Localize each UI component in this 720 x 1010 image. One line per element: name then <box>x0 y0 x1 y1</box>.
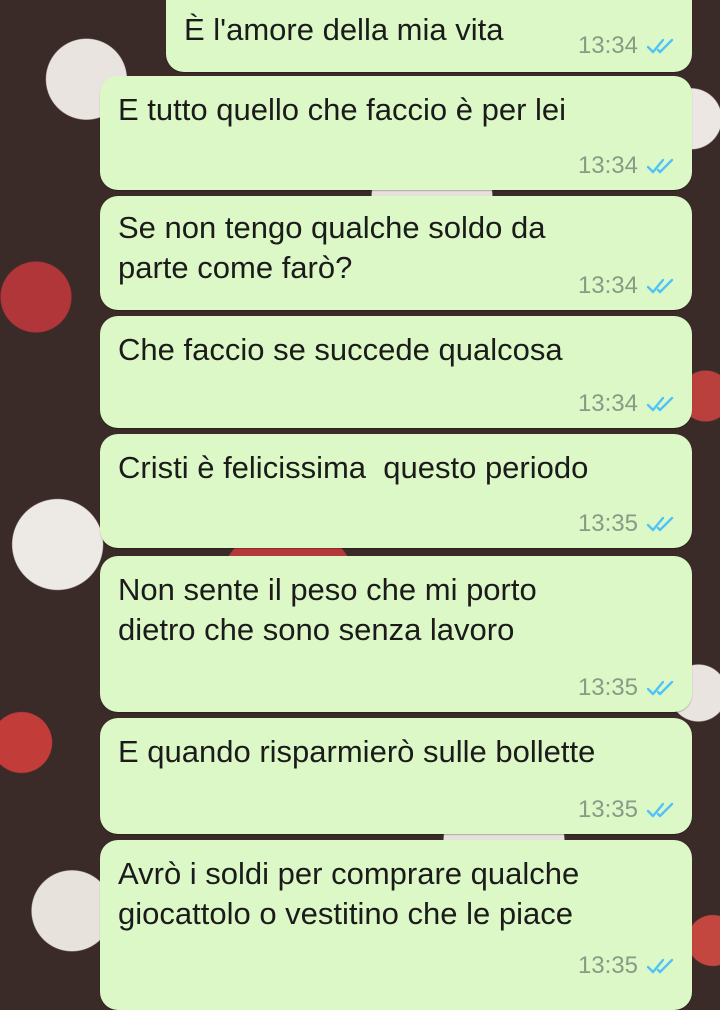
message-meta: 13:34 <box>578 390 676 418</box>
read-double-check-icon <box>646 278 674 294</box>
message-meta: 13:34 <box>578 272 676 300</box>
message-time: 13:35 <box>577 952 638 979</box>
message-text: Cristi è felicissima questo periodo <box>118 450 589 485</box>
message-text: E quando risparmierò sulle bollette <box>118 734 596 769</box>
message-time: 13:34 <box>577 272 638 299</box>
message-text: Non sente il peso che mi porto dietro ch… <box>118 572 537 647</box>
message-text: Avrò i soldi per comprare qualche giocat… <box>118 856 580 931</box>
read-double-check-icon <box>646 680 674 696</box>
message-time: 13:34 <box>577 390 638 417</box>
read-double-check-icon <box>646 38 674 54</box>
message-meta: 13:35 <box>578 674 676 702</box>
message-bubble[interactable]: Cristi è felicissima questo periodo 13:3… <box>100 434 692 548</box>
read-double-check-icon <box>646 516 674 532</box>
read-double-check-icon <box>646 396 674 412</box>
message-bubble[interactable]: Se non tengo qualche soldo da parte come… <box>100 196 692 310</box>
message-text: E tutto quello che faccio è per lei <box>118 92 567 127</box>
chat-message-list[interactable]: È l'amore della mia vita 13:34 E tutto q… <box>0 0 720 1010</box>
read-double-check-icon <box>646 158 674 174</box>
message-time: 13:34 <box>577 152 638 179</box>
message-bubble[interactable]: E quando risparmierò sulle bollette 13:3… <box>100 718 692 834</box>
message-bubble[interactable]: Non sente il peso che mi porto dietro ch… <box>100 556 692 712</box>
message-meta: 13:34 <box>578 152 676 180</box>
message-time: 13:35 <box>577 510 638 537</box>
message-meta: 13:35 <box>578 510 676 538</box>
message-meta: 13:34 <box>578 32 676 60</box>
message-text: Che faccio se succede qualcosa <box>118 332 563 367</box>
message-bubble[interactable]: Avrò i soldi per comprare qualche giocat… <box>100 840 692 1010</box>
message-time: 13:35 <box>577 674 638 701</box>
message-meta: 13:35 <box>578 796 676 824</box>
message-bubble[interactable]: È l'amore della mia vita 13:34 <box>166 0 692 72</box>
message-bubble[interactable]: Che faccio se succede qualcosa 13:34 <box>100 316 692 428</box>
message-time: 13:35 <box>577 796 638 823</box>
message-bubble[interactable]: E tutto quello che faccio è per lei 13:3… <box>100 76 692 190</box>
message-meta: 13:35 <box>578 952 676 980</box>
read-double-check-icon <box>646 958 674 974</box>
read-double-check-icon <box>646 802 674 818</box>
message-time: 13:34 <box>577 32 638 59</box>
